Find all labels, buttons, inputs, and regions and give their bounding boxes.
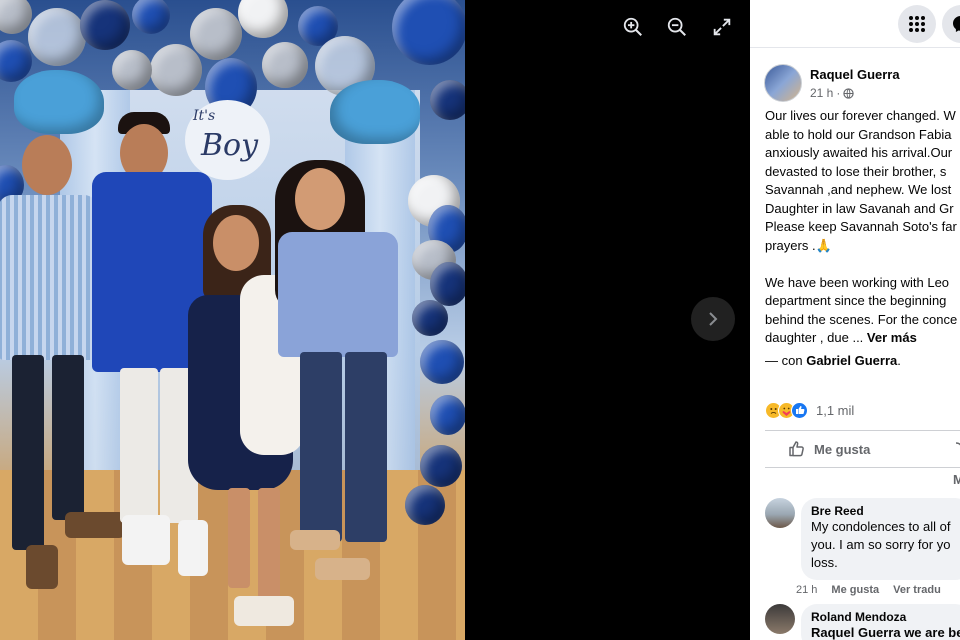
post-text-line: prayers .🙏 [765, 237, 832, 253]
photo-balloon [420, 340, 464, 384]
comment-text-line: Raquel Guerra we are be [811, 625, 960, 640]
photo-balloon [420, 445, 462, 487]
reaction-count[interactable]: 1,1 mil [816, 403, 854, 418]
comment-like-button[interactable]: Me gusta [831, 584, 879, 596]
photo-balloon [28, 8, 86, 66]
photo-balloon [80, 0, 130, 50]
photo-balloon [238, 0, 288, 38]
photo-balloon [412, 300, 448, 336]
zoom-out-icon[interactable] [666, 16, 692, 42]
post-time[interactable]: 21 h [810, 86, 833, 100]
reaction-summary[interactable]: 1,1 mil [765, 400, 854, 420]
elephant-balloon [330, 80, 420, 144]
comment-text-line: loss. [811, 555, 838, 570]
photo-balloon [150, 44, 202, 96]
like-label: Me gusta [814, 441, 871, 457]
next-photo-button[interactable] [691, 297, 735, 341]
photo-balloon [190, 8, 242, 60]
post-text-line: Savannah ,and nephew. We lost [765, 182, 952, 197]
commenter-name[interactable]: Roland Mendoza [811, 610, 960, 624]
photo-balloon [430, 262, 465, 306]
sign-text: Boy [201, 128, 259, 163]
comment-actions: 21 h Me gusta Ver tradu [796, 584, 941, 596]
see-more-link[interactable]: Ver más [867, 330, 917, 345]
post-text-line: Our lives our forever changed. W [765, 108, 956, 123]
comment-bubble: Bre Reed My condolences to all of you. I… [801, 498, 960, 580]
divider [765, 430, 960, 431]
comment-text-line: you. I am so sorry for yo [811, 537, 951, 552]
commenter-name[interactable]: Bre Reed [811, 504, 960, 518]
commenter-avatar[interactable] [765, 498, 795, 528]
post-body: Our lives our forever changed. W able to… [765, 107, 960, 348]
photo-balloon [112, 50, 152, 90]
post-meta: 21 h · [810, 86, 855, 100]
thumbs-up-icon [789, 441, 804, 457]
like-icon [791, 401, 808, 419]
zoom-in-icon[interactable] [622, 16, 648, 42]
comment-text-line: My condolences to all of [811, 519, 951, 534]
post-text-line: We have been working with Leo [765, 274, 950, 290]
tagged-with: — con Gabriel Guerra. [765, 353, 901, 368]
post-side-panel: Raquel Guerra 21 h · Our lives our forev… [750, 0, 960, 640]
post-text-line: Daughter in law Savanah and Gr [765, 200, 954, 216]
post-text-line: anxiously awaited his arrival.Our [765, 145, 953, 160]
post-text-line: daughter , due ... Ver más [765, 329, 960, 348]
post-author[interactable]: Raquel Guerra [810, 67, 900, 82]
comment-sort-label[interactable]: M [953, 472, 960, 487]
elephant-balloon [14, 70, 104, 134]
tagged-prefix: — con [765, 353, 803, 368]
photo-balloon [0, 40, 32, 82]
post-header: Raquel Guerra 21 h · [764, 64, 960, 104]
comment-translate-button[interactable]: Ver tradu [893, 584, 941, 596]
messenger-icon [953, 16, 960, 32]
globe-icon[interactable] [843, 87, 855, 99]
photo-balloon [0, 0, 32, 34]
post-text-line: able to hold our Grandson Fabia [765, 126, 952, 142]
photo-balloon [262, 42, 308, 88]
author-avatar[interactable] [764, 64, 802, 102]
photo-balloon [430, 80, 465, 120]
chevron-right-icon [709, 312, 718, 326]
comment-icon[interactable] [948, 440, 960, 458]
photo-balloon [132, 0, 170, 34]
comment-bubble: Roland Mendoza Raquel Guerra we are be [801, 604, 960, 640]
tagged-suffix: . [897, 353, 901, 368]
photo-balloon [405, 485, 445, 525]
messenger-button[interactable] [942, 5, 960, 43]
grid-menu-icon [909, 16, 925, 32]
top-bar [750, 0, 960, 48]
photo-viewer: It's Boy [0, 0, 750, 640]
tagged-person-link[interactable]: Gabriel Guerra [806, 353, 897, 368]
post-text-line: devasted to lose their brother, s [765, 163, 947, 179]
photo-balloon [392, 0, 465, 65]
commenter-avatar[interactable] [765, 604, 795, 634]
post-text-line: behind the scenes. For the conce [765, 311, 958, 327]
post-text-fragment: daughter , due ... [765, 330, 864, 345]
comment-time[interactable]: 21 h [796, 584, 817, 596]
photo-sign: It's Boy [185, 100, 270, 180]
like-button[interactable]: Me gusta [788, 436, 870, 462]
sign-text: It's [193, 108, 216, 124]
divider [765, 467, 960, 468]
meta-separator: · [836, 86, 841, 100]
photo-balloon [430, 395, 465, 435]
fullscreen-icon[interactable] [711, 16, 737, 42]
post-text-line: Please keep Savannah Soto's far [765, 219, 957, 234]
post-photo[interactable]: It's Boy [0, 0, 465, 640]
menu-button[interactable] [898, 5, 936, 43]
post-text-line: department since the beginning [765, 293, 947, 308]
